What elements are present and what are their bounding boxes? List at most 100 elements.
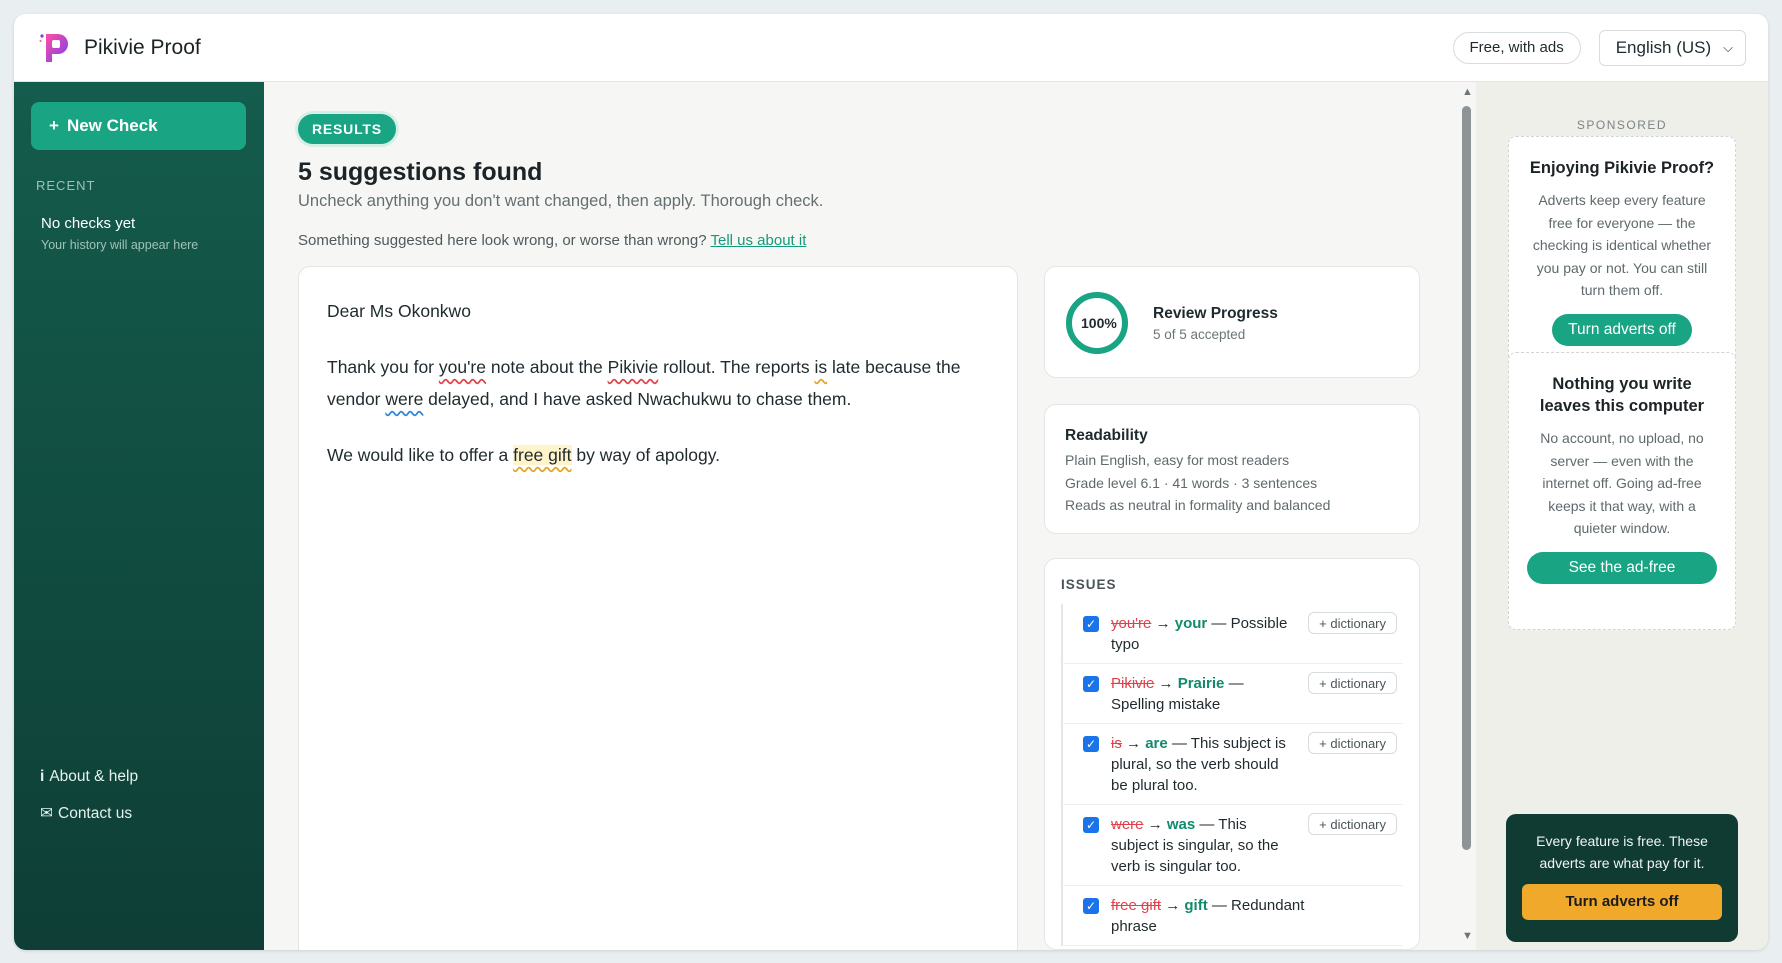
arrow-icon: → bbox=[1147, 816, 1163, 833]
flagged-word[interactable]: Pikivie bbox=[608, 357, 659, 377]
issue-list: ✓ you're → your — Possible typo + dictiona… bbox=[1061, 604, 1403, 946]
new-check-label: New Check bbox=[66, 116, 158, 135]
issue-original: were bbox=[1111, 816, 1144, 833]
issues-heading: ISSUES bbox=[1061, 577, 1117, 592]
see-ad-free-button[interactable]: See the ad-free version bbox=[1527, 551, 1717, 608]
document-panel[interactable]: Dear Ms Okonkwo Thank you for you're not… bbox=[298, 266, 1018, 950]
add-to-dictionary-button[interactable]: + dictionary bbox=[1308, 732, 1397, 754]
issue-replacement: gift bbox=[1184, 897, 1208, 914]
issue-original: you're bbox=[1111, 615, 1152, 632]
scroll-up-arrow-icon[interactable]: ▲ bbox=[1462, 86, 1473, 98]
issue-replacement: was bbox=[1166, 816, 1196, 833]
empty-history-note: Your history will appear here bbox=[41, 238, 199, 252]
turn-adverts-off-button[interactable]: Turn adverts off bbox=[1552, 313, 1692, 346]
issue-checkbox[interactable]: ✓ bbox=[1083, 676, 1099, 692]
new-check-button[interactable]: + New Check bbox=[31, 102, 246, 150]
arrow-icon: → bbox=[1165, 897, 1181, 914]
results-pane: RESULTS 5 suggestions found Uncheck anyt… bbox=[264, 82, 1454, 950]
review-progress-card: 100% Review Progress 5 of 5 accepted bbox=[1044, 266, 1420, 378]
issue-replacement: are bbox=[1145, 735, 1168, 752]
recent-heading: RECENT bbox=[36, 178, 96, 193]
contact-label: Contact us bbox=[58, 804, 133, 822]
issue-text: you're → your — Possible typo bbox=[1111, 613, 1291, 655]
text-run: by way of apology. bbox=[571, 445, 721, 465]
progress-percent: 100% bbox=[1081, 315, 1117, 331]
about-help-label: About & help bbox=[49, 768, 139, 785]
text-run: We would like to offer a bbox=[327, 445, 514, 465]
about-help-link[interactable]: i About & help bbox=[40, 768, 138, 786]
readability-line: Grade level 6.1 · 41 words · 3 sentences bbox=[1065, 474, 1318, 491]
add-to-dictionary-button[interactable]: + dictionary bbox=[1308, 672, 1397, 694]
issue-row[interactable]: ✓ were → was — This subject is singular, … bbox=[1061, 805, 1403, 886]
ad-card-privacy: Nothing you write leaves this computer N… bbox=[1508, 352, 1736, 630]
text-run: note about the bbox=[486, 357, 608, 377]
promo-turn-adverts-off-button[interactable]: Turn adverts off bbox=[1522, 884, 1722, 920]
language-value: English (US) bbox=[1615, 37, 1712, 57]
feedback-link[interactable]: Tell us about it bbox=[710, 232, 806, 249]
arrow-icon: → bbox=[1126, 735, 1142, 752]
issue-text: Pikivie → Prairie — Spelling mistake bbox=[1111, 673, 1291, 715]
add-to-dictionary-button[interactable]: + dictionary bbox=[1308, 813, 1397, 835]
flagged-word[interactable]: were bbox=[385, 389, 423, 409]
text-run: delayed, and I have asked Nwachukwu to c… bbox=[423, 389, 852, 409]
sponsored-label: SPONSORED bbox=[1576, 118, 1668, 132]
ad-card-enjoying: Enjoying Pikivie Proof? Adverts keep eve… bbox=[1508, 136, 1736, 367]
issue-checkbox[interactable]: ✓ bbox=[1083, 616, 1099, 632]
ad-title: Enjoying Pikivie Proof? bbox=[1529, 159, 1715, 177]
sidebar: + New Check RECENT No checks yet Your hi… bbox=[14, 82, 264, 950]
arrow-icon: → bbox=[1155, 615, 1171, 632]
issue-row[interactable]: ✓ Pikivie → Prairie — Spelling mistake + d… bbox=[1061, 664, 1403, 724]
readability-title: Readability bbox=[1065, 427, 1148, 444]
progress-detail: 5 of 5 accepted bbox=[1153, 327, 1246, 342]
empty-history-title: No checks yet bbox=[41, 215, 136, 232]
scroll-down-arrow-icon[interactable]: ▼ bbox=[1462, 930, 1473, 942]
top-bar: Pikivie Proof Free, with ads English (US… bbox=[14, 14, 1768, 82]
issue-row[interactable]: ✓ is → are — This subject is plural, so t… bbox=[1061, 724, 1403, 805]
pikivie-logo-icon bbox=[39, 33, 68, 62]
flagged-word[interactable]: you're bbox=[439, 357, 486, 377]
issues-card: ISSUES ✓ you're → your — Possible typo + d… bbox=[1044, 558, 1420, 950]
contact-link[interactable]: ✉ Contact us bbox=[40, 804, 132, 823]
info-icon: i bbox=[40, 768, 45, 785]
issue-original: is bbox=[1111, 735, 1122, 752]
results-badge: RESULTS bbox=[298, 114, 396, 144]
issue-original: free gift bbox=[1111, 897, 1162, 914]
chevron-down-icon: ⌵ bbox=[1723, 39, 1733, 55]
issue-text: is → are — This subject is plural, so th… bbox=[1111, 733, 1291, 796]
readability-line: Reads as neutral in formality and balanc… bbox=[1065, 497, 1331, 513]
issue-replacement: Prairie bbox=[1177, 675, 1225, 692]
issue-text: free gift → gift — Redundant phrase bbox=[1111, 895, 1351, 937]
ad-body: Adverts keep every feature free for ever… bbox=[1532, 192, 1712, 298]
plan-badge[interactable]: Free, with ads bbox=[1452, 31, 1581, 64]
issue-checkbox[interactable]: ✓ bbox=[1083, 817, 1099, 833]
flagged-word[interactable]: is bbox=[815, 357, 828, 377]
flagged-phrase[interactable]: free gift bbox=[513, 445, 572, 465]
text-run: Thank you for bbox=[327, 357, 439, 377]
ad-rail: SPONSORED Enjoying Pikivie Proof? Advert… bbox=[1476, 82, 1768, 950]
envelope-icon: ✉ bbox=[40, 805, 53, 822]
document-paragraph: Thank you for you're note about the Piki… bbox=[327, 351, 989, 415]
issue-row[interactable]: ✓ you're → your — Possible typo + dictiona… bbox=[1061, 604, 1403, 664]
issue-original: Pikivie bbox=[1111, 675, 1155, 692]
salutation: Dear Ms Okonkwo bbox=[327, 301, 471, 321]
scroll-thumb[interactable] bbox=[1462, 106, 1471, 850]
issue-text: were → was — This subject is singular, s… bbox=[1111, 814, 1291, 877]
text-run: rollout. The reports bbox=[658, 357, 815, 377]
main-scrollbar[interactable]: ▲ ▼ bbox=[1458, 82, 1476, 950]
issue-replacement: your bbox=[1174, 615, 1208, 632]
issue-row[interactable]: ✓ free gift → gift — Redundant phrase bbox=[1061, 886, 1403, 946]
feedback-text: Something suggested here look wrong, or … bbox=[298, 232, 707, 249]
issue-checkbox[interactable]: ✓ bbox=[1083, 736, 1099, 752]
app-title: Pikivie Proof bbox=[84, 35, 201, 59]
arrow-icon: → bbox=[1158, 675, 1174, 692]
results-subtitle: Uncheck anything you don't want changed,… bbox=[298, 192, 824, 210]
results-title: 5 suggestions found bbox=[298, 158, 543, 186]
progress-title: Review Progress bbox=[1153, 305, 1278, 322]
issue-checkbox[interactable]: ✓ bbox=[1083, 898, 1099, 914]
ad-free-promo: Every feature is free. These adverts are… bbox=[1506, 814, 1738, 942]
language-select[interactable]: English (US) ⌵ bbox=[1598, 29, 1746, 66]
readability-line: Plain English, easy for most readers bbox=[1065, 452, 1290, 468]
add-to-dictionary-button[interactable]: + dictionary bbox=[1308, 612, 1397, 634]
promo-text: Every feature is free. These adverts are… bbox=[1536, 833, 1708, 871]
ad-title: Nothing you write leaves this computer bbox=[1539, 375, 1705, 415]
